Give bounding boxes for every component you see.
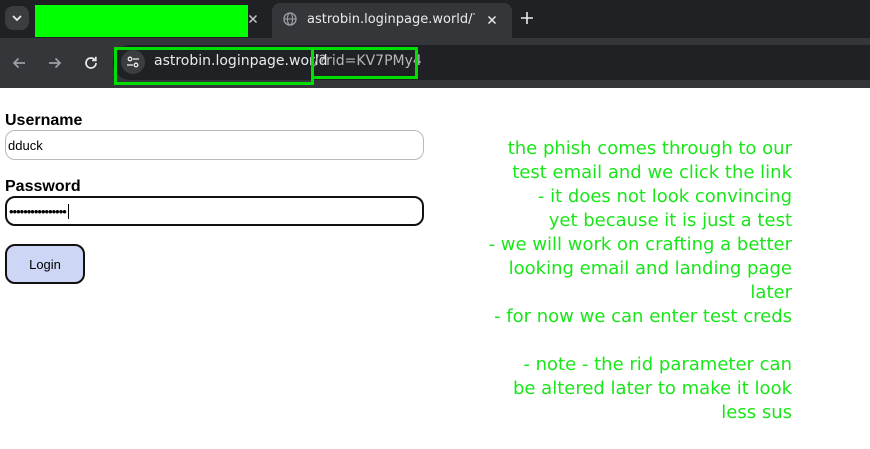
reload-icon <box>85 56 97 69</box>
forward-button[interactable] <box>45 53 65 73</box>
username-label: Username <box>5 112 83 129</box>
tab-search-button[interactable] <box>5 6 29 30</box>
new-tab-button[interactable] <box>517 8 537 28</box>
plus-icon <box>521 12 533 24</box>
note-line: looking email and landing page <box>508 258 792 279</box>
text-caret <box>67 203 69 219</box>
arrow-right-icon <box>49 57 62 69</box>
note-line: test email and we click the link <box>512 162 792 183</box>
globe-icon <box>283 12 297 31</box>
back-button[interactable] <box>9 53 29 73</box>
highlight-box-query <box>311 47 418 79</box>
note-line: - we will work on crafting a better <box>488 234 792 255</box>
redaction-box <box>35 5 248 37</box>
username-value: dduck <box>8 137 43 153</box>
close-icon[interactable] <box>484 12 500 28</box>
note-spacer <box>452 329 792 353</box>
note-line: later <box>750 282 792 303</box>
chevron-down-icon <box>12 15 22 22</box>
tab-strip: astrobin.loginpage.world/?rid=KV7PMy4 <box>0 0 870 38</box>
annotation-note: the phish comes through to our test emai… <box>452 137 792 425</box>
tab-redacted[interactable] <box>33 3 267 37</box>
note-line: - for now we can enter test creds <box>494 306 792 327</box>
tab-active[interactable]: astrobin.loginpage.world/?rid=KV7PMy4 <box>272 3 512 38</box>
note-line: the phish comes through to our <box>507 138 792 159</box>
note-line: less sus <box>721 402 792 423</box>
arrow-left-icon <box>12 57 25 69</box>
password-field[interactable]: •••••••••••••••• <box>5 196 424 226</box>
note-line: - it does not look convincing <box>537 186 792 207</box>
note-line: be altered later to make it look <box>512 378 792 399</box>
reload-button[interactable] <box>81 53 101 73</box>
password-label: Password <box>5 178 81 195</box>
username-field[interactable]: dduck <box>5 130 424 160</box>
note-line: yet because it is just a test <box>548 210 792 231</box>
note-line: - note - the rid parameter can <box>523 354 792 375</box>
tab-title: astrobin.loginpage.world/?rid=KV7PMy4 <box>307 12 475 27</box>
login-button[interactable]: Login <box>5 244 85 284</box>
close-icon[interactable] <box>245 11 261 27</box>
password-value: •••••••••••••••• <box>9 203 67 219</box>
highlight-box-host <box>114 47 314 85</box>
